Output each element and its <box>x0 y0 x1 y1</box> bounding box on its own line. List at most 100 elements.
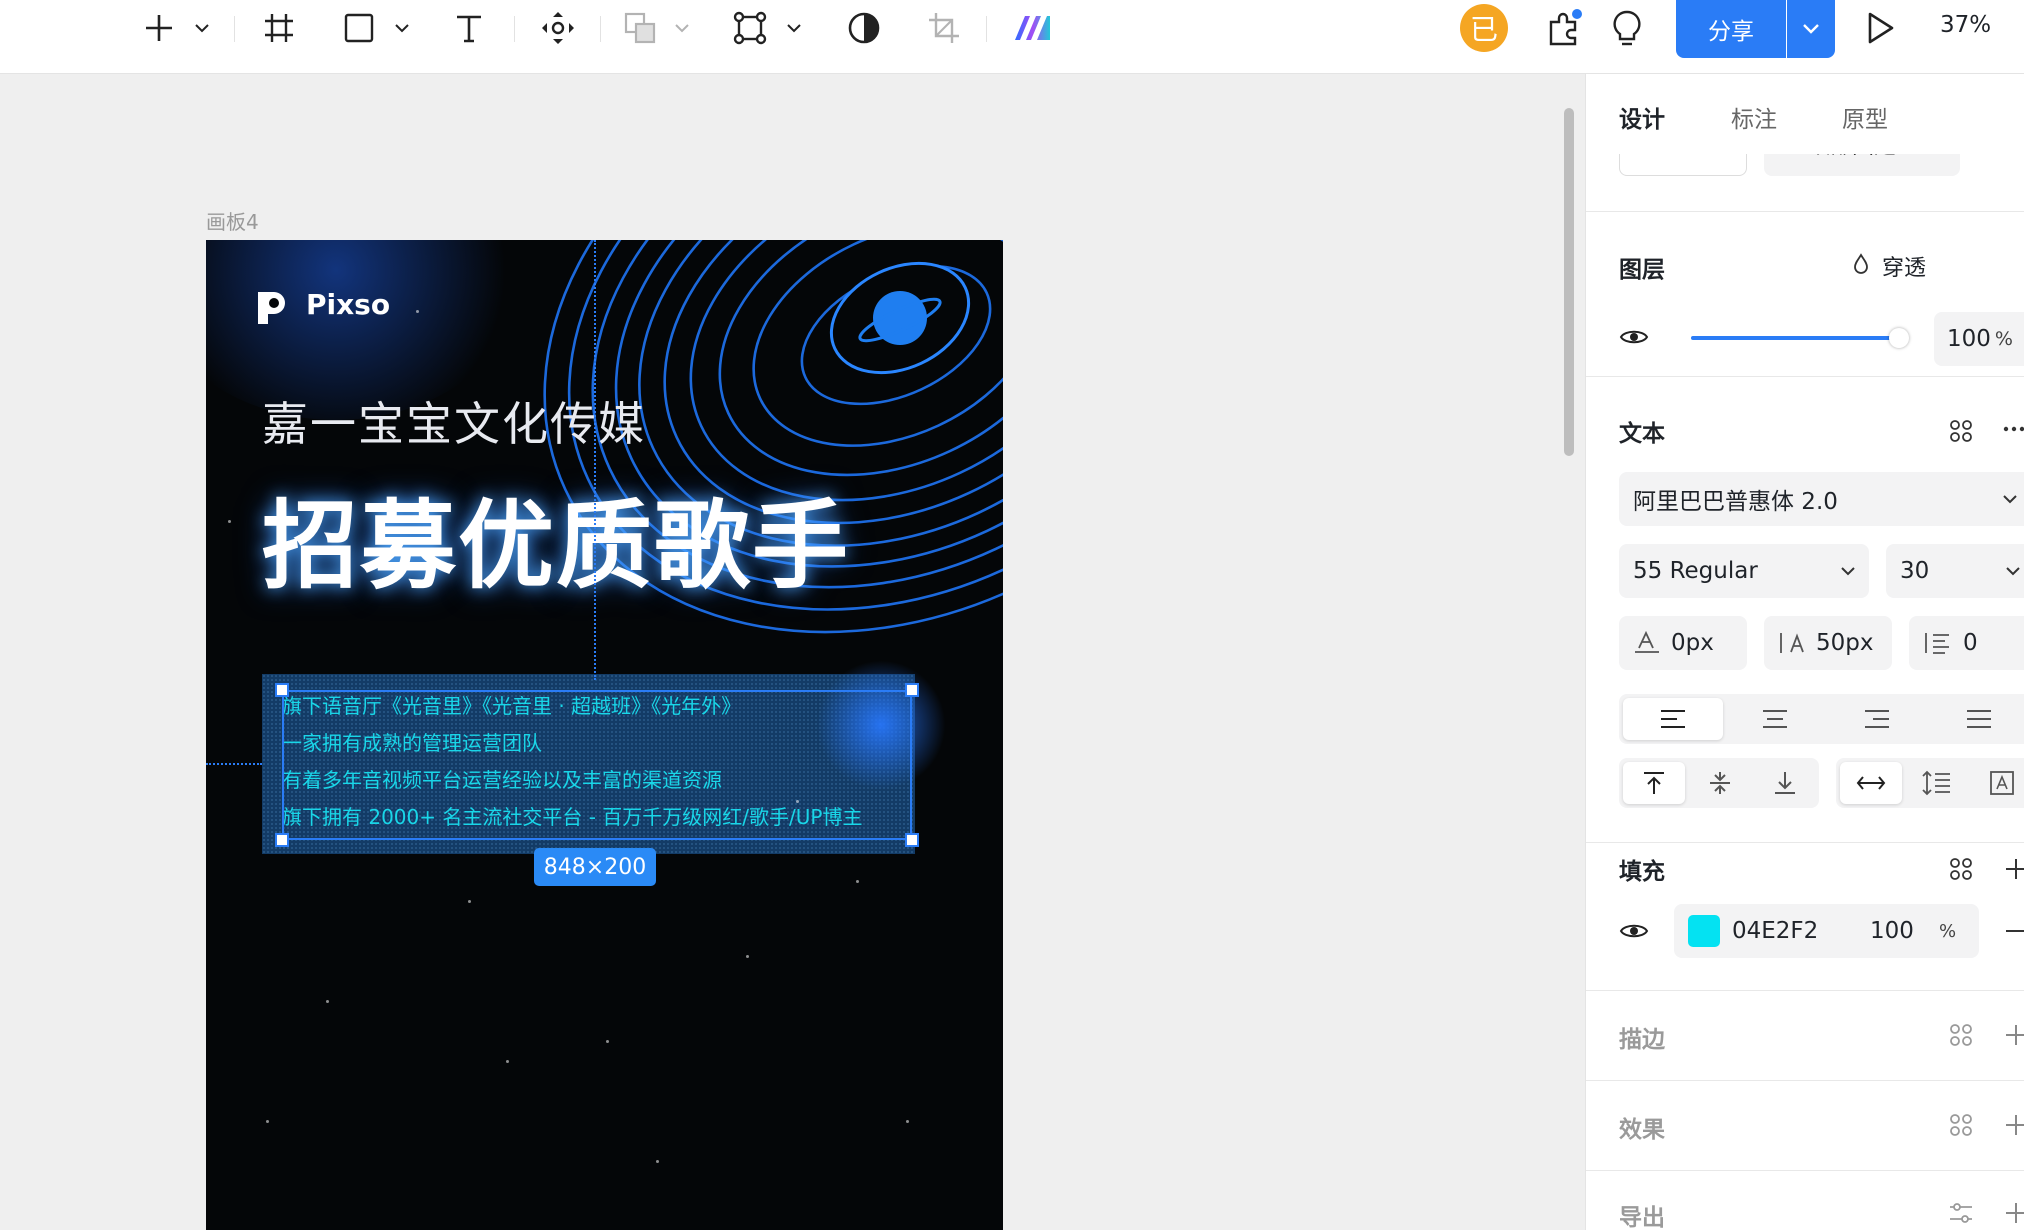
tab-annotate[interactable]: 标注 <box>1731 100 1777 134</box>
line-height-icon <box>1780 633 1804 653</box>
align-justify-button[interactable] <box>1929 698 2024 740</box>
font-weight-dropdown[interactable]: 55 Regular <box>1619 544 1869 598</box>
eye-icon[interactable] <box>1616 916 1652 946</box>
font-size-value: 30 <box>1900 558 1930 584</box>
align-bottom-icon <box>1775 772 1795 794</box>
font-family-dropdown[interactable]: 阿里巴巴普惠体 2.0 <box>1619 472 2024 526</box>
effect-style-icon[interactable] <box>1946 1110 1976 1140</box>
align-center-icon <box>1763 710 1787 728</box>
align-middle-button[interactable] <box>1689 762 1751 804</box>
align-top-icon <box>1644 772 1664 794</box>
crop-icon[interactable] <box>922 0 966 56</box>
chevron-down-icon <box>2003 495 2017 504</box>
add-fill-icon[interactable] <box>2004 854 2024 884</box>
chevron-down-icon <box>1803 24 1819 34</box>
auto-height-button[interactable] <box>1906 762 1968 804</box>
add-effect-icon[interactable] <box>2004 1110 2024 1140</box>
fixed-size-button[interactable] <box>1972 762 2024 804</box>
align-right-button[interactable] <box>1827 698 1927 740</box>
align-bottom-button[interactable] <box>1755 762 1815 804</box>
opacity-input[interactable]: 100 % <box>1934 312 2024 366</box>
avatar[interactable]: 已 <box>1460 4 1508 52</box>
font-size-dropdown[interactable]: 30 <box>1886 544 2024 598</box>
text-style-icon[interactable] <box>1946 416 1976 446</box>
opacity-value: 100 <box>1947 326 1991 352</box>
poster-title[interactable]: 招募优质歌手 <box>262 468 850 607</box>
component-icon[interactable] <box>728 0 772 56</box>
letter-spacing-icon <box>1635 630 1659 653</box>
auto-height-icon <box>1922 770 1950 796</box>
fill-style-icon[interactable] <box>1946 854 1976 884</box>
constraint-preview[interactable] <box>1619 154 1747 176</box>
resize-handle[interactable] <box>905 833 919 847</box>
add-stroke-icon[interactable] <box>2004 1020 2024 1050</box>
more-icon[interactable] <box>2002 414 2024 444</box>
fill-color-input[interactable]: 04E2F2 100 % <box>1674 904 1979 958</box>
remove-fill-icon[interactable] <box>2004 919 2024 943</box>
mask-icon[interactable] <box>842 0 886 56</box>
opacity-slider-track[interactable] <box>1691 336 1897 340</box>
line-height-input[interactable]: 50px <box>1764 616 1892 670</box>
alignment-guide <box>206 763 262 765</box>
paragraph-spacing-value: 0 <box>1963 630 1978 656</box>
boolean-icon[interactable] <box>618 0 662 56</box>
align-middle-icon <box>1710 772 1730 794</box>
top-toolbar: 已 分享 37% <box>0 0 2024 74</box>
stroke-section-title: 描边 <box>1619 1027 1665 1053</box>
line-height-value: 50px <box>1816 630 1874 656</box>
chevron-down-icon[interactable] <box>190 0 214 56</box>
fill-opacity-unit: % <box>1939 920 1957 942</box>
move-icon[interactable] <box>536 0 580 56</box>
align-left-button[interactable] <box>1623 698 1723 740</box>
align-justify-icon <box>1967 710 1991 728</box>
plugin-icon[interactable] <box>1540 0 1586 56</box>
add-export-icon[interactable] <box>2004 1198 2024 1228</box>
align-left-icon <box>1661 710 1685 728</box>
constraints-row: 顶部固定 <box>1586 154 2024 178</box>
share-button[interactable]: 分享 <box>1676 0 1786 58</box>
stroke-style-icon[interactable] <box>1946 1020 1976 1050</box>
lightbulb-icon[interactable] <box>1604 0 1650 56</box>
font-weight-value: 55 Regular <box>1633 558 1758 584</box>
ai-plugin-icon[interactable] <box>1008 0 1056 56</box>
eye-icon[interactable] <box>1616 322 1652 352</box>
paragraph-spacing-input[interactable]: 0 <box>1909 616 2024 670</box>
canvas-scrollbar[interactable] <box>1564 108 1574 456</box>
frame-tool-icon[interactable] <box>258 0 300 56</box>
poster-subtitle[interactable]: 嘉一宝宝文化传媒 <box>262 388 646 454</box>
vertical-constraint-dropdown[interactable]: 顶部固定 <box>1764 154 1960 176</box>
tab-prototype[interactable]: 原型 <box>1842 100 1888 134</box>
align-center-button[interactable] <box>1725 698 1825 740</box>
opacity-slider-knob[interactable] <box>1889 328 1909 348</box>
auto-width-icon <box>1856 776 1886 790</box>
poster-frame[interactable]: Pixso 嘉一宝宝文化传媒 招募优质歌手 旗下语音厅《光音里》《光音里 · 超… <box>206 240 1003 1230</box>
selection-box[interactable] <box>282 690 912 840</box>
chevron-down-icon[interactable] <box>670 0 694 56</box>
resize-handle[interactable] <box>275 833 289 847</box>
opacity-unit: % <box>1994 328 2013 350</box>
resize-handle[interactable] <box>905 683 919 697</box>
letter-spacing-input[interactable]: 0px <box>1619 616 1747 670</box>
text-section-title: 文本 <box>1619 421 1665 447</box>
add-icon[interactable] <box>138 0 180 56</box>
paragraph-spacing-icon <box>1925 633 1949 654</box>
fill-section-title: 填充 <box>1619 859 1665 885</box>
text-tool-icon[interactable] <box>448 0 490 56</box>
resize-handle[interactable] <box>275 683 289 697</box>
fill-color-swatch[interactable] <box>1688 915 1720 947</box>
align-top-button[interactable] <box>1623 762 1685 804</box>
fill-hex-value: 04E2F2 <box>1732 918 1819 944</box>
share-menu-button[interactable] <box>1787 0 1835 58</box>
export-settings-icon[interactable] <box>1946 1198 1976 1228</box>
auto-width-button[interactable] <box>1840 762 1902 804</box>
chevron-down-icon[interactable] <box>390 0 414 56</box>
blend-mode-dropdown[interactable]: 穿透 <box>1882 250 1926 282</box>
pixso-logo-icon <box>258 292 285 324</box>
tab-design[interactable]: 设计 <box>1619 100 1665 134</box>
play-icon[interactable] <box>1858 0 1902 56</box>
selection-size-badge: 848×200 <box>534 848 656 886</box>
chevron-down-icon[interactable] <box>782 0 806 56</box>
rectangle-tool-icon[interactable] <box>338 0 380 56</box>
frame-name[interactable]: 画板4 <box>206 206 259 235</box>
zoom-level[interactable]: 37% <box>1940 12 1991 38</box>
